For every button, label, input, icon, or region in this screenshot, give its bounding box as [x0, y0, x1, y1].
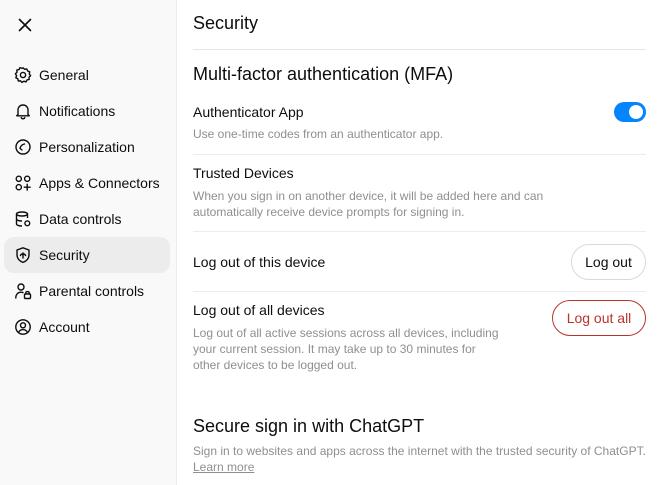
- close-icon: [18, 18, 32, 37]
- trusted-devices-title: Trusted Devices: [193, 165, 294, 181]
- sidebar-item-data-controls[interactable]: Data controls: [4, 201, 170, 237]
- bell-icon: [13, 101, 33, 121]
- logout-button[interactable]: Log out: [571, 244, 646, 280]
- sidebar-item-label: Account: [39, 319, 90, 335]
- apps-icon: [13, 173, 33, 193]
- sidebar-item-label: Parental controls: [39, 283, 145, 299]
- authenticator-app-title: Authenticator App: [193, 104, 304, 120]
- logout-all-button[interactable]: Log out all: [552, 300, 646, 336]
- database-icon: [13, 209, 33, 229]
- personalization-icon: [13, 137, 33, 157]
- divider: [193, 154, 646, 155]
- person-lock-icon: [13, 281, 33, 301]
- close-button[interactable]: [13, 15, 37, 39]
- sidebar-item-apps-connectors[interactable]: Apps & Connectors: [4, 165, 170, 201]
- sidebar-item-label: Security: [39, 247, 90, 263]
- logout-device-title: Log out of this device: [193, 254, 326, 270]
- sidebar-item-general[interactable]: General: [4, 57, 170, 93]
- shield-icon: [13, 245, 33, 265]
- page-title: Security: [193, 13, 259, 33]
- description-line: automatically receive device prompts for…: [193, 205, 465, 219]
- secure-signin-heading: Secure sign in with ChatGPT: [193, 416, 425, 436]
- divider: [193, 231, 646, 232]
- sidebar-item-account[interactable]: Account: [4, 309, 170, 345]
- sidebar-item-security[interactable]: Security: [4, 237, 170, 273]
- logout-all-description: Log out of all active sessions across al…: [193, 325, 499, 373]
- sidebar-item-label: General: [39, 67, 89, 83]
- sidebar-item-label: Personalization: [39, 139, 135, 155]
- description-line: Log out of all active sessions across al…: [193, 326, 499, 340]
- sidebar-item-label: Data controls: [39, 211, 122, 227]
- divider: [193, 291, 646, 292]
- toggle-knob: [629, 105, 643, 119]
- sidebar-item-parental-controls[interactable]: Parental controls: [4, 273, 170, 309]
- sidebar-item-personalization[interactable]: Personalization: [4, 129, 170, 165]
- sidebar-item-notifications[interactable]: Notifications: [4, 93, 170, 129]
- settings-nav: General Notifications Personalization Ap…: [4, 57, 170, 345]
- description-line: your current session. It may take up to …: [193, 342, 476, 356]
- description-line: When you sign in on another device, it w…: [193, 189, 544, 203]
- secure-signin-description: Sign in to websites and apps across the …: [193, 443, 646, 475]
- learn-more-link[interactable]: Learn more: [193, 460, 254, 474]
- account-icon: [13, 317, 33, 337]
- settings-content: Security Multi-factor authentication (MF…: [193, 0, 646, 485]
- authenticator-app-description: Use one-time codes from an authenticator…: [193, 127, 444, 141]
- divider: [193, 49, 646, 50]
- mfa-heading: Multi-factor authentication (MFA): [193, 64, 454, 84]
- gear-icon: [13, 65, 33, 85]
- description-line: other devices to be logged out.: [193, 358, 358, 372]
- description-line: Sign in to websites and apps across the …: [193, 444, 646, 458]
- trusted-devices-description: When you sign in on another device, it w…: [193, 188, 543, 220]
- authenticator-app-toggle[interactable]: [614, 102, 646, 122]
- logout-all-title: Log out of all devices: [193, 302, 325, 318]
- sidebar: General Notifications Personalization Ap…: [0, 0, 177, 485]
- sidebar-item-label: Apps & Connectors: [39, 175, 160, 191]
- sidebar-item-label: Notifications: [39, 103, 116, 119]
